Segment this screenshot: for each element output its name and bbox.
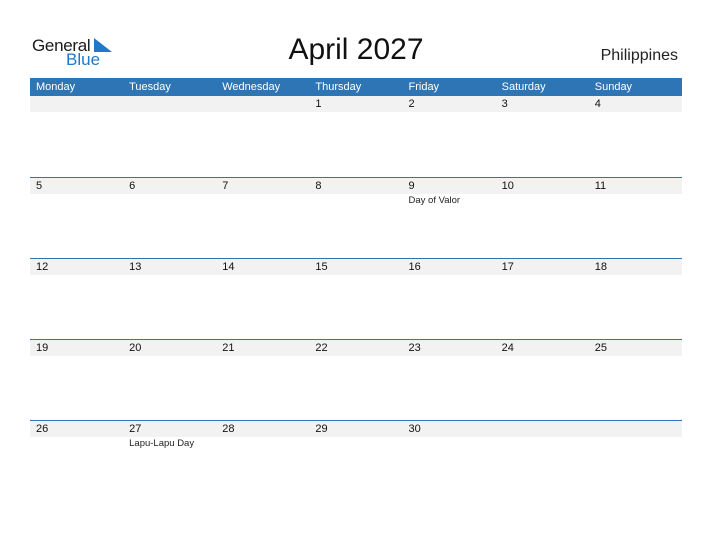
holiday-label	[309, 437, 402, 451]
holiday-label	[216, 194, 309, 208]
day-number: 14	[222, 261, 235, 273]
week-row: 5 6 7 8 9 10 11 Day of Valor	[30, 177, 682, 258]
events-strip: Day of Valor	[30, 194, 682, 208]
day-number-strip: 19 20 21 22 23 24 25	[30, 340, 682, 356]
holiday-label	[30, 194, 123, 208]
holiday-label	[589, 194, 682, 208]
day-number: 23	[408, 342, 421, 354]
day-number-strip: 5 6 7 8 9 10 11	[30, 178, 682, 194]
day-number: 10	[501, 180, 514, 192]
holiday-label: Day of Valor	[408, 195, 461, 206]
holiday-label	[589, 437, 682, 451]
day-number: 22	[315, 342, 328, 354]
day-number-strip: 1 2 3 4	[30, 96, 682, 112]
day-number: 5	[36, 180, 43, 192]
day-number: 20	[129, 342, 142, 354]
weekday-saturday: Saturday	[501, 81, 546, 93]
day-number: 26	[36, 423, 49, 435]
day-number: 30	[408, 423, 421, 435]
holiday-label: Lapu-Lapu Day	[129, 438, 195, 449]
weekday-header: Monday Tuesday Wednesday Thursday Friday…	[30, 78, 682, 96]
holiday-label	[496, 437, 589, 451]
day-number: 21	[222, 342, 235, 354]
week-row: 19 20 21 22 23 24 25	[30, 339, 682, 420]
day-number	[123, 96, 216, 112]
day-number: 28	[222, 423, 235, 435]
weekday-monday: Monday	[36, 81, 76, 93]
day-number: 29	[315, 423, 328, 435]
holiday-label	[30, 437, 123, 451]
events-strip: Lapu-Lapu Day	[30, 437, 682, 451]
week-row: 26 27 28 29 30 Lapu-Lapu Day	[30, 420, 682, 501]
day-number: 16	[408, 261, 421, 273]
weeks-container: 1 2 3 4 5 6 7 8 9 10 11 Day of Valor 12 13 14 15 16 17 18 1…	[30, 96, 682, 501]
holiday-label	[123, 194, 216, 208]
day-number: 25	[594, 342, 607, 354]
day-number: 2	[408, 98, 415, 110]
week-row: 1 2 3 4	[30, 96, 682, 177]
day-number	[30, 96, 123, 112]
day-number	[496, 421, 589, 437]
day-number	[216, 96, 309, 112]
day-number: 7	[222, 180, 229, 192]
holiday-label	[216, 437, 309, 451]
weekday-thursday: Thursday	[315, 81, 362, 93]
day-number: 15	[315, 261, 328, 273]
day-number-strip: 26 27 28 29 30	[30, 421, 682, 437]
day-number: 13	[129, 261, 142, 273]
country-label: Philippines	[600, 47, 678, 64]
day-number: 12	[36, 261, 49, 273]
day-number: 8	[315, 180, 322, 192]
weekday-sunday: Sunday	[594, 81, 633, 93]
day-number: 17	[501, 261, 514, 273]
week-row: 12 13 14 15 16 17 18	[30, 258, 682, 339]
holiday-label	[403, 437, 496, 451]
holiday-label	[309, 194, 402, 208]
day-number: 24	[501, 342, 514, 354]
day-number: 19	[36, 342, 49, 354]
day-number: 1	[315, 98, 322, 110]
day-number: 9	[408, 180, 415, 192]
calendar-grid: Monday Tuesday Wednesday Thursday Friday…	[30, 78, 682, 501]
day-number: 6	[129, 180, 136, 192]
day-number-strip: 12 13 14 15 16 17 18	[30, 259, 682, 275]
weekday-tuesday: Tuesday	[129, 81, 171, 93]
holiday-label	[496, 194, 589, 208]
day-number: 18	[594, 261, 607, 273]
day-number: 27	[129, 423, 142, 435]
day-number: 3	[501, 98, 508, 110]
day-number: 11	[594, 180, 607, 192]
day-number: 4	[594, 98, 601, 110]
weekday-wednesday: Wednesday	[222, 81, 281, 93]
day-number	[589, 421, 682, 437]
weekday-friday: Friday	[408, 81, 440, 93]
